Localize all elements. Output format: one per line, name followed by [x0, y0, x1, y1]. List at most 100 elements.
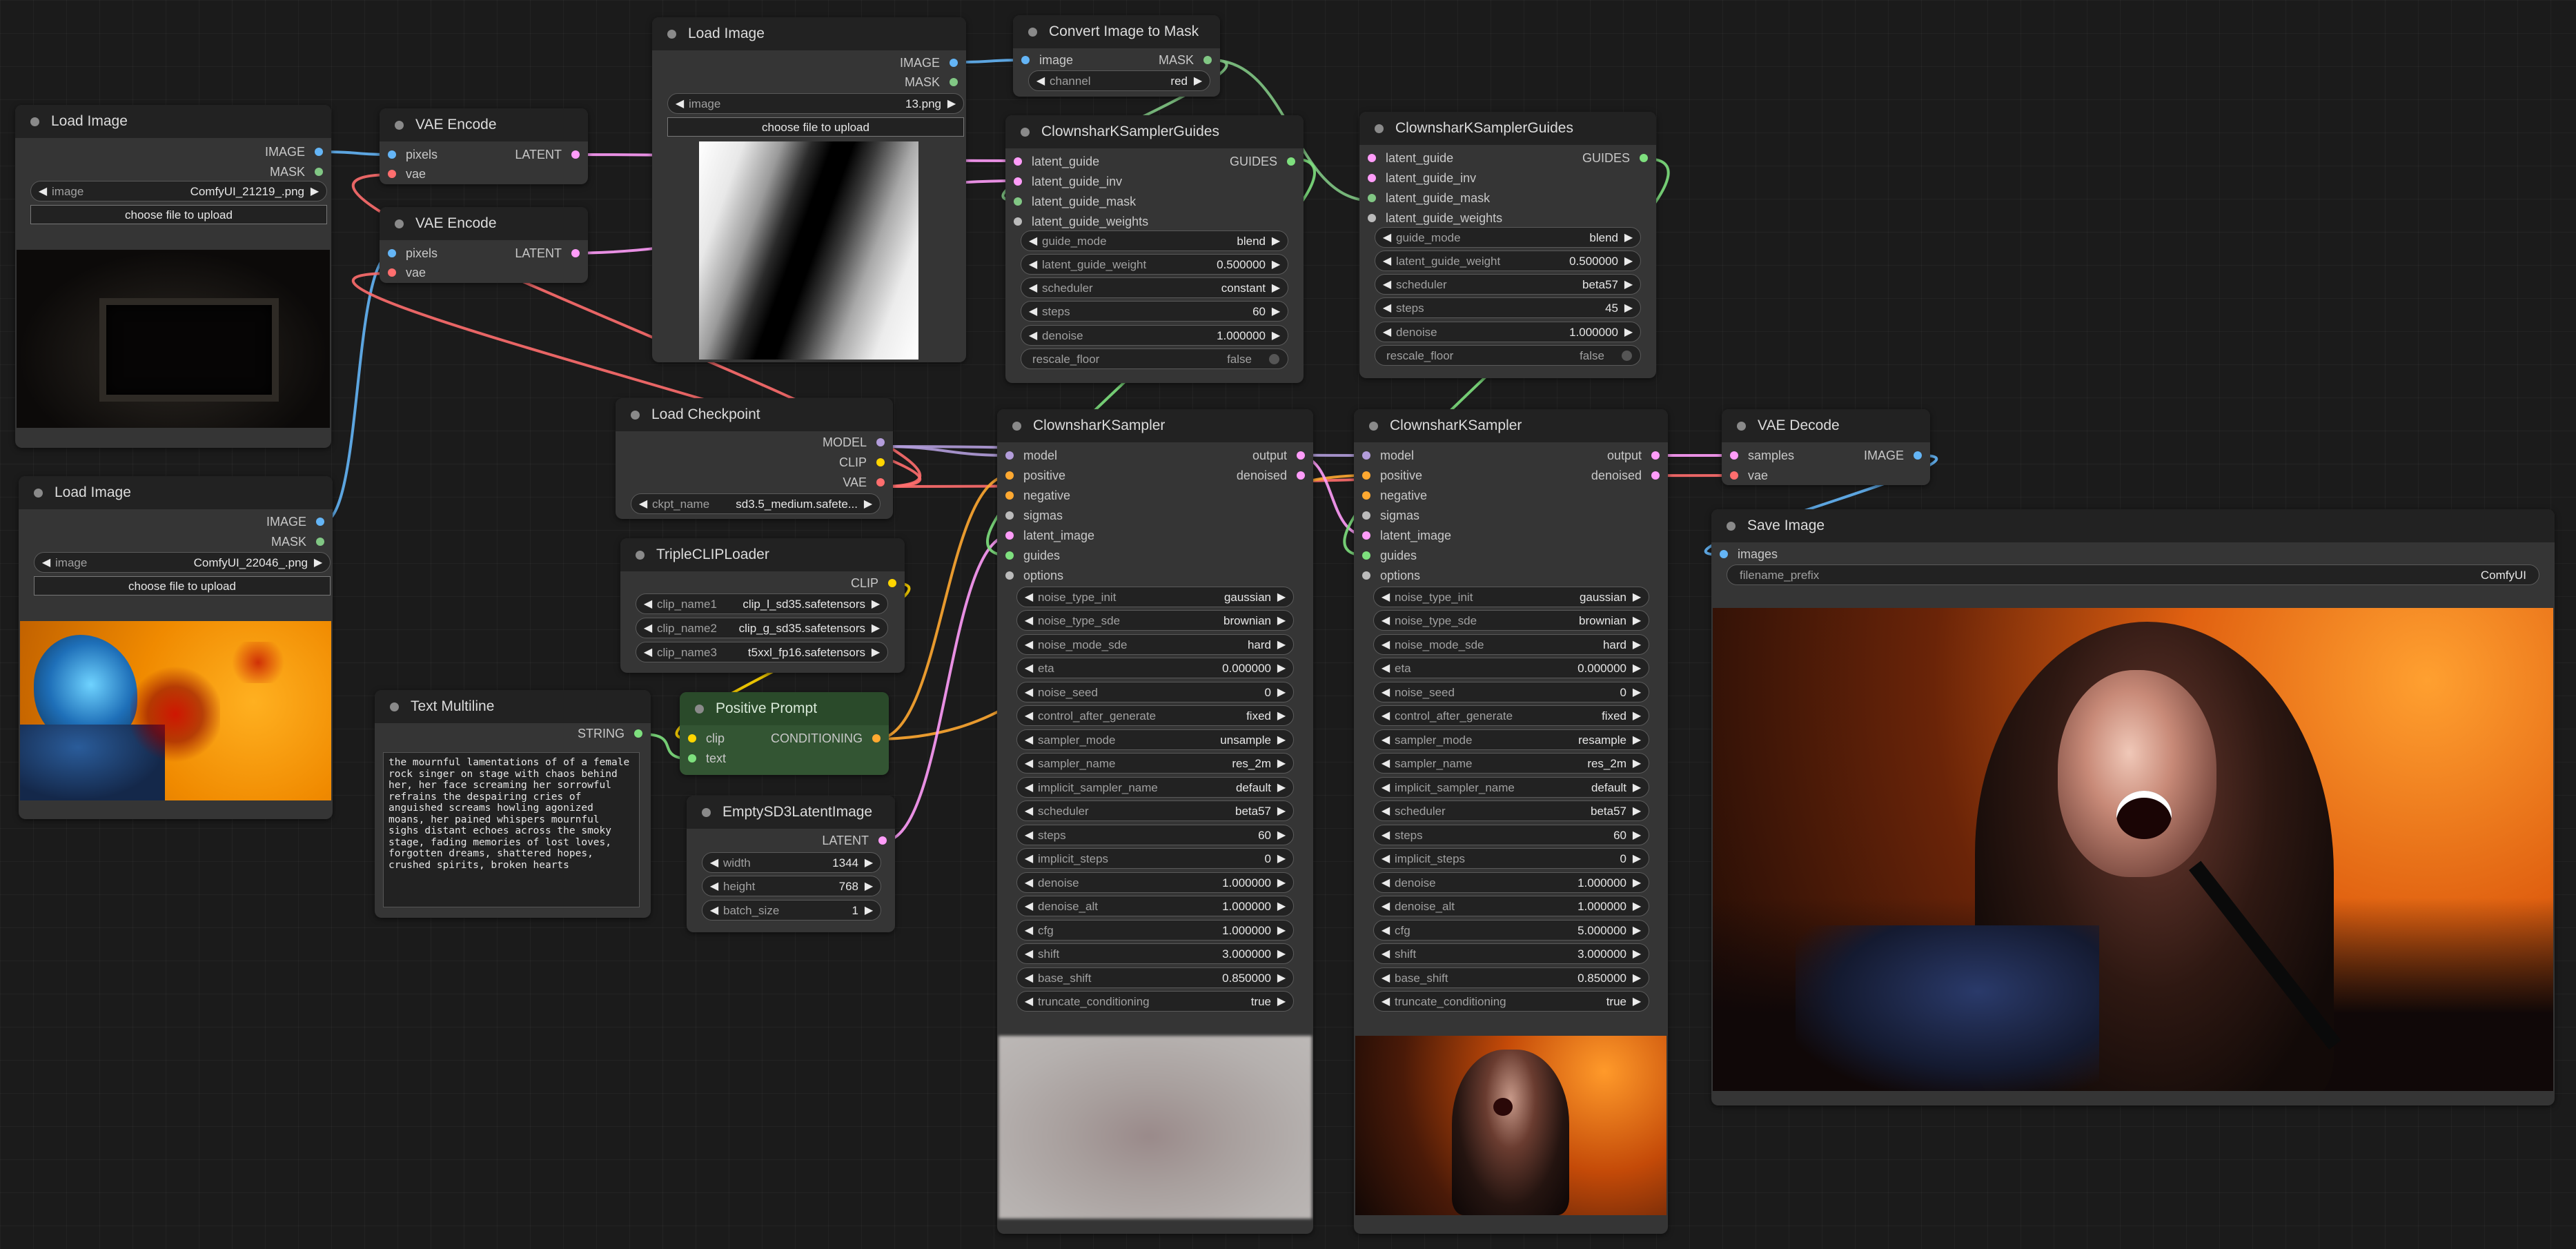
denoise-alt-number[interactable]: ◀ denoise_alt 1.000000 ▶	[1016, 896, 1294, 916]
slot-dot-icon[interactable]	[388, 249, 396, 257]
arrow-left-icon[interactable]: ◀	[1023, 706, 1035, 727]
node-save-image[interactable]: Save Image images filename_prefix ComfyUI	[1711, 509, 2555, 1105]
input-negative[interactable]: negative	[1005, 486, 1070, 504]
cfg-number[interactable]: ◀ cfg 5.000000 ▶	[1373, 920, 1649, 941]
node-title[interactable]: Save Image	[1711, 509, 2555, 542]
input-sigmas[interactable]: sigmas	[1005, 507, 1063, 524]
arrow-right-icon[interactable]: ▶	[1631, 682, 1643, 703]
node-title[interactable]: Load Checkpoint	[616, 398, 893, 431]
arrow-right-icon[interactable]: ▶	[1270, 302, 1282, 322]
arrow-right-icon[interactable]: ▶	[1622, 251, 1635, 272]
arrow-left-icon[interactable]: ◀	[1023, 849, 1035, 869]
output-model[interactable]: MODEL	[823, 433, 885, 451]
node-load-image-2[interactable]: Load Image IMAGE MASK ◀ image ComfyUI_2204…	[19, 476, 333, 819]
arrow-right-icon[interactable]: ▶	[1275, 658, 1288, 679]
slot-dot-icon[interactable]	[1014, 217, 1022, 226]
arrow-left-icon[interactable]: ◀	[1379, 587, 1392, 608]
arrow-right-icon[interactable]: ▶	[1631, 944, 1643, 965]
output-latent[interactable]: LATENT	[515, 244, 580, 262]
noise-type-sde-combo[interactable]: ◀ noise_type_sde brownian ▶	[1373, 610, 1649, 631]
arrow-right-icon[interactable]: ▶	[863, 876, 875, 897]
arrow-right-icon[interactable]: ▶	[863, 853, 875, 874]
input-latent-guide-mask[interactable]: latent_guide_mask	[1014, 193, 1136, 210]
arrow-right-icon[interactable]: ▶	[862, 494, 874, 515]
arrow-right-icon[interactable]: ▶	[1270, 326, 1282, 346]
input-vae[interactable]: vae	[1730, 466, 1768, 484]
arrow-left-icon[interactable]: ◀	[1379, 944, 1392, 965]
node-title[interactable]: Convert Image to Mask	[1013, 15, 1220, 48]
arrow-right-icon[interactable]: ▶	[1631, 801, 1643, 822]
guide-mode-combo[interactable]: ◀ guide_mode blend ▶	[1375, 227, 1641, 248]
arrow-left-icon[interactable]: ◀	[1027, 302, 1039, 322]
slot-dot-icon[interactable]	[1368, 174, 1376, 182]
input-image[interactable]: image	[1021, 51, 1073, 69]
clip-name3-combo[interactable]: ◀ clip_name3 t5xxl_fp16.safetensors ▶	[636, 642, 888, 662]
cfg-number[interactable]: ◀ cfg 1.000000 ▶	[1016, 920, 1294, 941]
arrow-left-icon[interactable]: ◀	[1381, 275, 1393, 295]
node-title[interactable]: ClownsharKSampler	[1354, 409, 1668, 442]
arrow-left-icon[interactable]: ◀	[1023, 921, 1035, 941]
input-vae[interactable]: vae	[388, 264, 426, 282]
arrow-right-icon[interactable]: ▶	[1275, 730, 1288, 751]
width-number[interactable]: ◀ width 1344 ▶	[702, 852, 881, 873]
input-latent-image[interactable]: latent_image	[1005, 527, 1094, 544]
latent-guide-weight-number[interactable]: ◀ latent_guide_weight 0.500000 ▶	[1375, 250, 1641, 271]
collapse-dot-icon[interactable]	[34, 489, 43, 498]
node-title[interactable]: Load Image	[15, 105, 331, 138]
collapse-dot-icon[interactable]	[395, 121, 404, 130]
output-clip[interactable]: CLIP	[839, 453, 885, 471]
input-guides[interactable]: guides	[1362, 547, 1417, 564]
arrow-left-icon[interactable]: ◀	[1379, 992, 1392, 1012]
collapse-dot-icon[interactable]	[631, 411, 640, 420]
slot-dot-icon[interactable]	[688, 754, 696, 763]
arrow-left-icon[interactable]: ◀	[1381, 228, 1393, 248]
arrow-left-icon[interactable]: ◀	[674, 94, 686, 115]
slot-dot-icon[interactable]	[1362, 471, 1370, 480]
collapse-dot-icon[interactable]	[667, 30, 676, 39]
noise-mode-sde-combo[interactable]: ◀ noise_mode_sde hard ▶	[1016, 634, 1294, 655]
collapse-dot-icon[interactable]	[1727, 522, 1736, 531]
input-sigmas[interactable]: sigmas	[1362, 507, 1419, 524]
arrow-right-icon[interactable]: ▶	[1275, 778, 1288, 798]
slot-dot-icon[interactable]	[1362, 451, 1370, 460]
arrow-right-icon[interactable]: ▶	[869, 594, 882, 615]
arrow-left-icon[interactable]: ◀	[1379, 706, 1392, 727]
slot-dot-icon[interactable]	[688, 734, 696, 742]
ckpt-name-combo[interactable]: ◀ ckpt_name sd3.5_medium.safete... ▶	[631, 493, 881, 514]
arrow-left-icon[interactable]: ◀	[1027, 255, 1039, 275]
node-title[interactable]: Load Image	[19, 476, 333, 509]
output-image[interactable]: IMAGE	[1864, 446, 1922, 464]
truncate-conditioning-combo[interactable]: ◀ truncate_conditioning true ▶	[1016, 991, 1294, 1012]
arrow-left-icon[interactable]: ◀	[1023, 682, 1035, 703]
denoise-number[interactable]: ◀ denoise 1.000000 ▶	[1375, 322, 1641, 342]
input-latent-guide[interactable]: latent_guide	[1014, 153, 1099, 170]
input-guides[interactable]: guides	[1005, 547, 1060, 564]
slot-dot-icon[interactable]	[1362, 571, 1370, 580]
arrow-right-icon[interactable]: ▶	[1275, 944, 1288, 965]
scheduler-combo[interactable]: ◀ scheduler beta57 ▶	[1373, 800, 1649, 821]
arrow-left-icon[interactable]: ◀	[1381, 322, 1393, 343]
arrow-right-icon[interactable]: ▶	[1631, 706, 1643, 727]
node-title[interactable]: ClownsharKSamplerGuides	[1359, 112, 1656, 145]
arrow-right-icon[interactable]: ▶	[1270, 255, 1282, 275]
node-title[interactable]: Positive Prompt	[680, 692, 889, 725]
slot-dot-icon[interactable]	[1297, 471, 1305, 480]
arrow-right-icon[interactable]: ▶	[1275, 611, 1288, 631]
output-guides[interactable]: GUIDES	[1230, 153, 1295, 170]
collapse-dot-icon[interactable]	[395, 219, 404, 228]
shift-number[interactable]: ◀ shift 3.000000 ▶	[1016, 943, 1294, 964]
rescale-floor-toggle[interactable]: rescale_floor false	[1021, 348, 1288, 369]
clip-name2-combo[interactable]: ◀ clip_name2 clip_g_sd35.safetensors ▶	[636, 618, 888, 638]
slot-dot-icon[interactable]	[571, 150, 580, 159]
slot-dot-icon[interactable]	[1362, 511, 1370, 520]
node-title[interactable]: ClownsharKSampler	[997, 409, 1313, 442]
arrow-left-icon[interactable]: ◀	[708, 876, 720, 897]
denoise-number[interactable]: ◀ denoise 1.000000 ▶	[1373, 872, 1649, 893]
guide-mode-combo[interactable]: ◀ guide_mode blend ▶	[1021, 230, 1288, 251]
denoise-number[interactable]: ◀ denoise 1.000000 ▶	[1021, 325, 1288, 346]
arrow-left-icon[interactable]: ◀	[40, 553, 52, 573]
implicit-sampler-name-combo[interactable]: ◀ implicit_sampler_name default ▶	[1373, 777, 1649, 798]
arrow-right-icon[interactable]: ▶	[863, 901, 875, 921]
slot-dot-icon[interactable]	[1362, 491, 1370, 500]
slot-dot-icon[interactable]	[1651, 451, 1660, 460]
